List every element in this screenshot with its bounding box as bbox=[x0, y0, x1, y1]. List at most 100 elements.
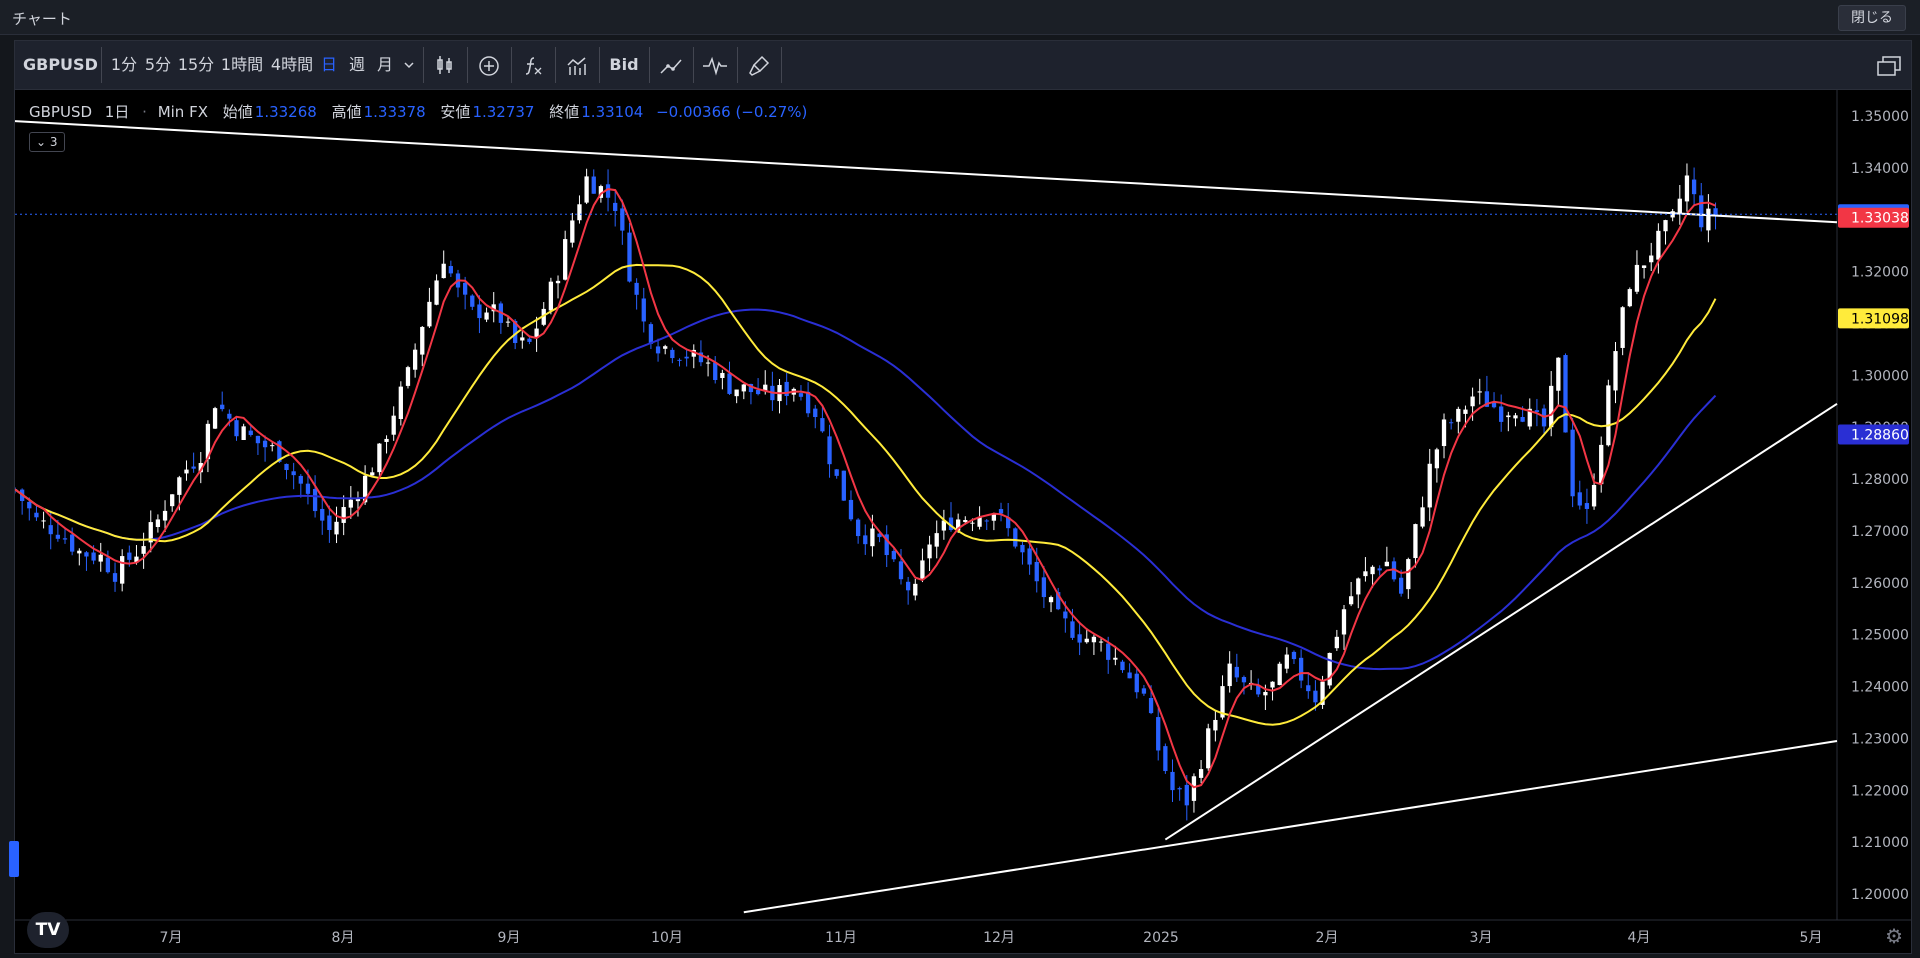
candle-body bbox=[1334, 636, 1339, 649]
candle-body bbox=[1306, 685, 1311, 692]
trend-icon[interactable] bbox=[653, 41, 689, 89]
chart-frame: GBPUSD 1分 5分 15分 1時間 4時間 日 週 月 Bid 1.350… bbox=[9, 40, 1912, 954]
candle-body bbox=[1191, 776, 1197, 801]
candle-body bbox=[1327, 652, 1332, 686]
candle-body bbox=[1441, 419, 1447, 447]
candle-body bbox=[1284, 654, 1289, 669]
candle-body bbox=[755, 389, 761, 395]
candle-body bbox=[305, 483, 311, 494]
legend-change: −0.00366 (−0.27%) bbox=[656, 103, 808, 121]
app-window: チャート 閉じる GBPUSD 1分 5分 15分 1時間 4時間 日 週 月 bbox=[0, 0, 1920, 958]
candle-body bbox=[1406, 559, 1411, 590]
y-tick-label: 1.25000 bbox=[1851, 628, 1909, 644]
close-button[interactable]: 閉じる bbox=[1838, 5, 1906, 31]
bid-button[interactable]: Bid bbox=[603, 41, 645, 89]
candle-body bbox=[420, 326, 425, 355]
wave-icon[interactable] bbox=[697, 41, 733, 89]
symbol-button[interactable]: GBPUSD bbox=[23, 41, 98, 89]
x-tick-label: 8月 bbox=[332, 930, 355, 946]
candle-body bbox=[1370, 566, 1375, 575]
candle-body bbox=[713, 362, 718, 381]
interval-1d[interactable]: 日 bbox=[317, 41, 341, 89]
add-indicator-icon[interactable] bbox=[471, 41, 507, 89]
x-tick-label: 4月 bbox=[1628, 930, 1651, 946]
chevron-down-icon[interactable] bbox=[399, 41, 419, 89]
candle-body bbox=[891, 550, 896, 560]
price-label: 1.33038 bbox=[1851, 211, 1909, 227]
candle-body bbox=[270, 445, 275, 447]
candle-body bbox=[298, 475, 303, 484]
candle-body bbox=[255, 435, 261, 444]
legend-interval: 1日 bbox=[104, 103, 130, 121]
candle-body bbox=[1634, 264, 1640, 292]
candle-body bbox=[984, 520, 989, 522]
candle-body bbox=[1227, 663, 1232, 687]
candle-body bbox=[1263, 691, 1268, 696]
x-tick-label: 7月 bbox=[160, 930, 183, 946]
candle-body bbox=[441, 263, 446, 279]
windows-icon[interactable] bbox=[1871, 41, 1907, 89]
candle-body bbox=[120, 556, 125, 584]
candle-body bbox=[34, 512, 39, 518]
candle-body bbox=[1649, 255, 1654, 263]
legend-low: 1.32737 bbox=[472, 103, 535, 121]
candle-body bbox=[234, 420, 239, 437]
candle-body bbox=[248, 430, 253, 435]
candle-body bbox=[963, 520, 968, 523]
candle-body bbox=[77, 550, 82, 554]
price-chart[interactable]: 1.350001.340001.330001.320001.310001.300… bbox=[15, 90, 1911, 952]
interval-1m[interactable]: 1分 bbox=[109, 41, 139, 89]
candle-body bbox=[1027, 548, 1032, 565]
interval-1h[interactable]: 1時間 bbox=[219, 41, 265, 89]
y-tick-label: 1.22000 bbox=[1851, 783, 1909, 799]
candle-body bbox=[1034, 561, 1039, 582]
candle-body bbox=[1213, 719, 1218, 731]
candle-body bbox=[1134, 673, 1139, 693]
indicators-toggle[interactable]: ⌄ 3 bbox=[29, 132, 65, 152]
interval-15m[interactable]: 15分 bbox=[177, 41, 215, 89]
candle-body bbox=[1084, 638, 1089, 643]
candle-body bbox=[170, 494, 175, 507]
y-tick-label: 1.28000 bbox=[1851, 472, 1909, 488]
interval-1mo[interactable]: 月 bbox=[373, 41, 397, 89]
candle-body bbox=[1270, 681, 1275, 688]
y-tick-label: 1.21000 bbox=[1851, 835, 1909, 851]
function-icon[interactable] bbox=[515, 41, 551, 89]
y-tick-label: 1.20000 bbox=[1851, 887, 1909, 903]
x-tick-label: 9月 bbox=[498, 930, 521, 946]
candle-body bbox=[1020, 544, 1025, 553]
candle-body bbox=[1620, 307, 1625, 348]
side-panel-handle[interactable] bbox=[9, 841, 19, 877]
candle-body bbox=[670, 349, 675, 359]
legend-high: 1.33378 bbox=[363, 103, 426, 121]
legend-low-label: 安値 bbox=[440, 103, 471, 121]
interval-1w[interactable]: 週 bbox=[345, 41, 369, 89]
candle-body bbox=[105, 557, 111, 573]
candle-body bbox=[1613, 351, 1618, 391]
ma-fast-line bbox=[15, 188, 1716, 789]
x-tick-label: 3月 bbox=[1470, 930, 1493, 946]
candle-body bbox=[220, 404, 225, 410]
candle-body bbox=[1234, 666, 1239, 678]
x-tick-label: 11月 bbox=[825, 930, 857, 946]
candle-body bbox=[320, 508, 325, 521]
candles-icon[interactable] bbox=[427, 41, 463, 89]
candle-body bbox=[1241, 677, 1247, 683]
interval-4h[interactable]: 4時間 bbox=[269, 41, 315, 89]
interval-5m[interactable]: 5分 bbox=[143, 41, 173, 89]
candle-body bbox=[1013, 528, 1018, 547]
candle-body bbox=[1413, 524, 1418, 559]
candle-body bbox=[184, 469, 189, 474]
candle-body bbox=[548, 281, 554, 311]
candle-body bbox=[1298, 657, 1304, 681]
brush-icon[interactable] bbox=[741, 41, 777, 89]
gear-icon[interactable]: ⚙ bbox=[1885, 924, 1903, 948]
candle-body bbox=[1556, 357, 1561, 391]
candle-body bbox=[1706, 208, 1711, 231]
x-tick-label: 10月 bbox=[651, 930, 683, 946]
legend-open: 1.33268 bbox=[254, 103, 317, 121]
compare-icon[interactable] bbox=[559, 41, 595, 89]
chart-area[interactable]: 1.350001.340001.330001.320001.310001.300… bbox=[15, 90, 1911, 952]
toolbar-divider bbox=[649, 47, 650, 83]
candle-body bbox=[555, 280, 561, 284]
